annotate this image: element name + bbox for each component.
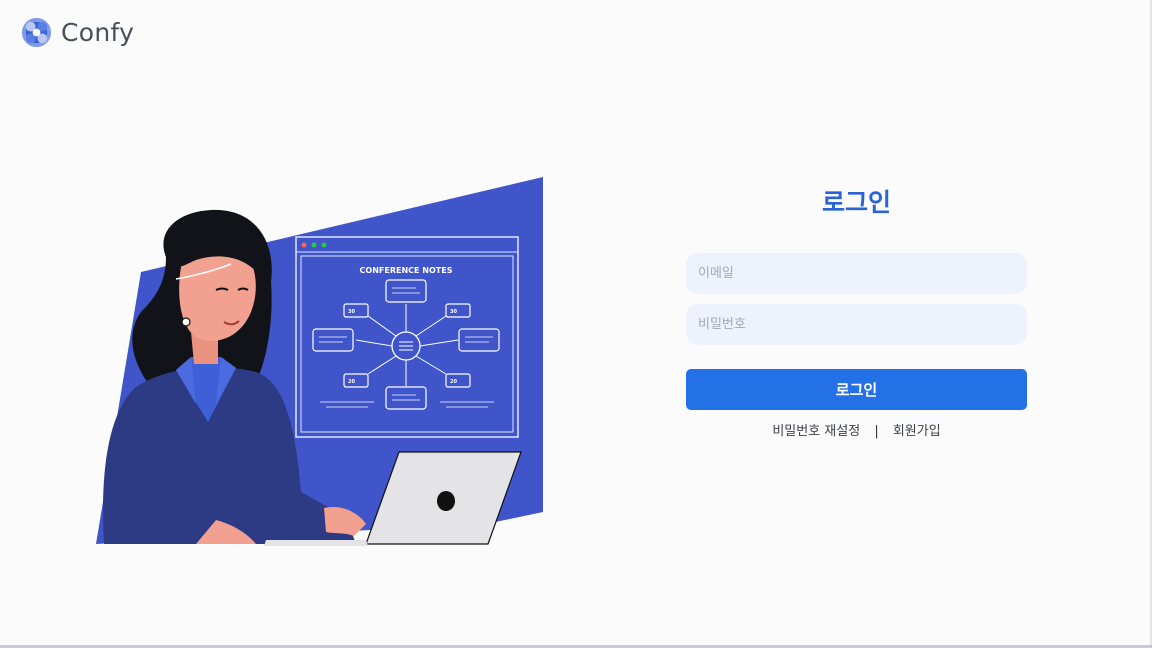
badge-3: 20	[348, 379, 355, 385]
login-button[interactable]: 로그인	[686, 369, 1027, 410]
reset-password-link[interactable]: 비밀번호 재설정	[772, 424, 860, 439]
board-title: CONFERENCE NOTES	[360, 266, 453, 275]
login-title: 로그인	[821, 188, 891, 217]
badge-1: 30	[348, 309, 355, 315]
window-dot-green-1	[311, 242, 317, 248]
confy-logo-icon	[21, 17, 52, 48]
link-separator: |	[874, 424, 879, 439]
password-input[interactable]	[686, 304, 1027, 345]
badge-2: 30	[450, 309, 457, 315]
logo-text: Confy	[61, 18, 135, 47]
signup-link[interactable]: 회원가입	[893, 424, 941, 439]
email-input[interactable]	[686, 253, 1027, 294]
app-logo[interactable]: Confy	[20, 16, 134, 49]
auth-links: 비밀번호 재설정 | 회원가입	[686, 420, 1027, 439]
badge-4: 20	[450, 379, 457, 385]
login-panel: 로그인 로그인 비밀번호 재설정 | 회원가입	[686, 180, 1027, 439]
window-dot-red	[301, 242, 307, 248]
hero-illustration: CONFERENCE NOTES 30 30 20 20	[96, 177, 543, 546]
window-dot-green-2	[321, 242, 327, 248]
